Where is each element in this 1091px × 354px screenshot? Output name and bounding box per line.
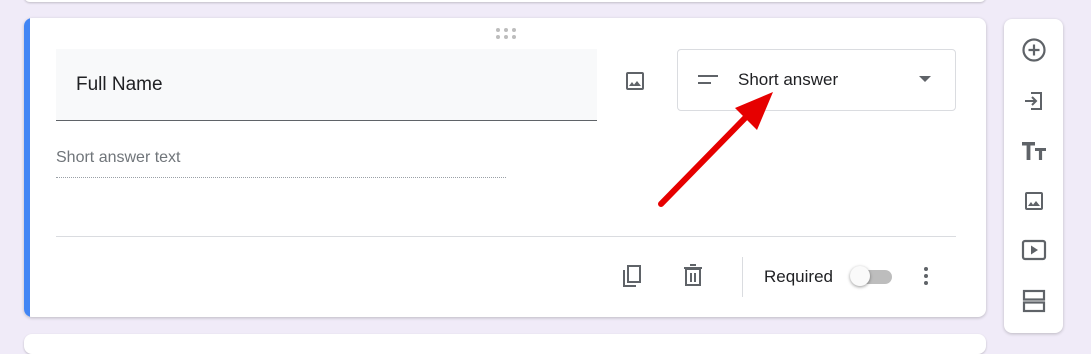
question-card[interactable]: Full Name Short answer Short answer text…	[24, 18, 986, 317]
trash-icon[interactable]	[679, 261, 707, 289]
add-section-icon[interactable]	[1018, 285, 1050, 317]
answer-placeholder: Short answer text	[56, 149, 181, 166]
copy-icon[interactable]	[618, 261, 646, 289]
required-toggle[interactable]	[850, 266, 894, 286]
required-label: Required	[764, 267, 833, 286]
footer-divider	[56, 236, 956, 237]
toggle-thumb	[850, 266, 870, 286]
short-answer-icon	[698, 75, 718, 84]
import-questions-icon[interactable]	[1018, 85, 1050, 117]
add-image-icon[interactable]	[1018, 185, 1050, 217]
question-type-label: Short answer	[738, 70, 839, 89]
previous-card	[24, 0, 986, 2]
active-card-accent	[24, 18, 30, 317]
add-title-icon[interactable]	[1018, 135, 1050, 167]
drag-handle-icon[interactable]	[496, 28, 518, 40]
add-video-icon[interactable]	[1018, 234, 1050, 266]
image-icon[interactable]	[620, 66, 650, 96]
footer-vertical-divider	[742, 257, 743, 297]
floating-toolbar	[1004, 19, 1063, 333]
add-question-icon[interactable]	[1018, 34, 1050, 66]
more-vert-icon[interactable]	[916, 264, 936, 288]
answer-underline	[56, 177, 506, 178]
question-title-text[interactable]: Full Name	[76, 74, 163, 96]
question-type-dropdown[interactable]: Short answer	[677, 49, 956, 111]
dropdown-caret-icon	[919, 76, 931, 82]
next-card	[24, 334, 986, 354]
question-title-field[interactable]: Full Name	[56, 49, 597, 121]
